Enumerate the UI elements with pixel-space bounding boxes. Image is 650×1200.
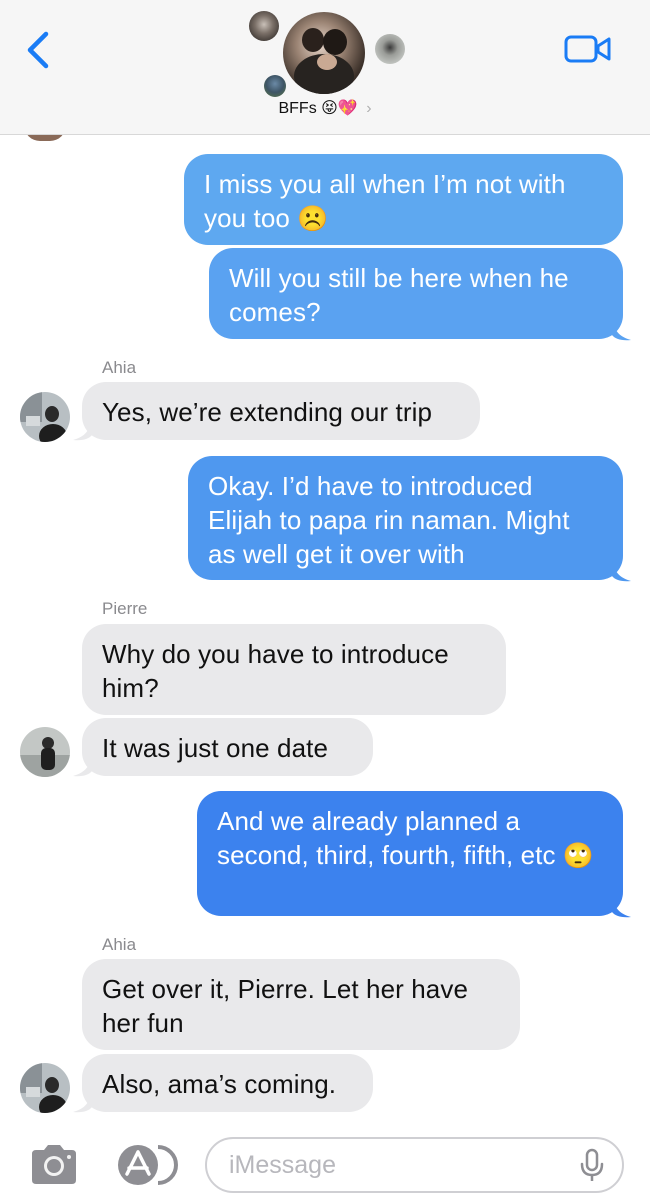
message-text: Why do you have to introduce him?: [102, 639, 449, 703]
avatar-ahia[interactable]: [20, 392, 70, 442]
group-name-label: BFFs: [278, 100, 317, 117]
message-text: It was just one date: [102, 733, 329, 763]
outgoing-message[interactable]: I miss you all when I’m not with you too…: [184, 154, 623, 245]
outgoing-message[interactable]: And we already planned a second, third, …: [197, 791, 623, 916]
bubble-tail: [73, 419, 92, 441]
incoming-message[interactable]: Also, ama’s coming.: [82, 1054, 373, 1112]
outgoing-message[interactable]: Will you still be here when he comes?: [209, 248, 623, 339]
camera-icon: [32, 1145, 76, 1184]
message-text: Get over it, Pierre. Let her have her fu…: [102, 974, 469, 1038]
message-text: Okay. I’d have to introduced Elijah to p…: [208, 471, 570, 569]
message-text: Also, ama’s coming.: [102, 1069, 337, 1099]
bubble-tail: [612, 896, 631, 918]
member-avatar[interactable]: [264, 75, 286, 97]
message-input[interactable]: [205, 1137, 624, 1193]
incoming-message[interactable]: Get over it, Pierre. Let her have her fu…: [82, 959, 520, 1050]
bubble-tail: [73, 1091, 92, 1113]
message-text: Yes, we’re extending our trip: [102, 397, 433, 427]
apps-button[interactable]: [114, 1143, 178, 1187]
bubble-tail: [612, 319, 631, 341]
conversation-header: BFFs 😝💖 ›: [0, 0, 650, 135]
chevron-left-icon: [27, 31, 49, 69]
incoming-message[interactable]: It was just one date: [82, 718, 373, 776]
group-emojis: 😝💖: [321, 98, 358, 117]
avatar-pierre[interactable]: [20, 727, 70, 777]
sender-name: Ahia: [102, 358, 137, 377]
bubble-tail: [73, 755, 92, 777]
group-photo: [294, 28, 354, 94]
video-call-button[interactable]: [564, 34, 612, 64]
incoming-message[interactable]: Yes, we’re extending our trip: [82, 382, 480, 440]
microphone-icon: [580, 1148, 604, 1181]
member-avatar[interactable]: [375, 34, 405, 64]
incoming-message[interactable]: Why do you have to introduce him?: [82, 624, 506, 715]
video-camera-icon: [564, 35, 611, 63]
outgoing-message[interactable]: Okay. I’d have to introduced Elijah to p…: [188, 456, 623, 580]
message-text: And we already planned a second, third, …: [217, 806, 556, 870]
frowning-face-emoji: ☹️: [297, 204, 329, 233]
group-name-button[interactable]: BFFs 😝💖 ›: [0, 98, 650, 118]
avatar-ahia[interactable]: [20, 1063, 70, 1113]
member-avatar[interactable]: [249, 11, 279, 41]
back-button[interactable]: [22, 28, 56, 72]
sender-name: Ahia: [102, 935, 137, 954]
camera-button[interactable]: [28, 1142, 80, 1188]
messages-screen: BFFs 😝💖 › I miss you all when I’m not wi…: [0, 0, 650, 1200]
bubble-tail: [612, 560, 631, 582]
sender-name: Pierre: [102, 599, 148, 618]
group-avatar[interactable]: [283, 12, 365, 94]
message-text: Will you still be here when he comes?: [229, 263, 569, 327]
dictation-button[interactable]: [578, 1148, 606, 1184]
chevron-right-icon: ›: [366, 100, 372, 117]
eye-roll-emoji: 🙄: [562, 841, 595, 870]
app-store-icon: [118, 1145, 178, 1185]
message-text: I miss you all when I’m not with you too: [204, 169, 566, 233]
